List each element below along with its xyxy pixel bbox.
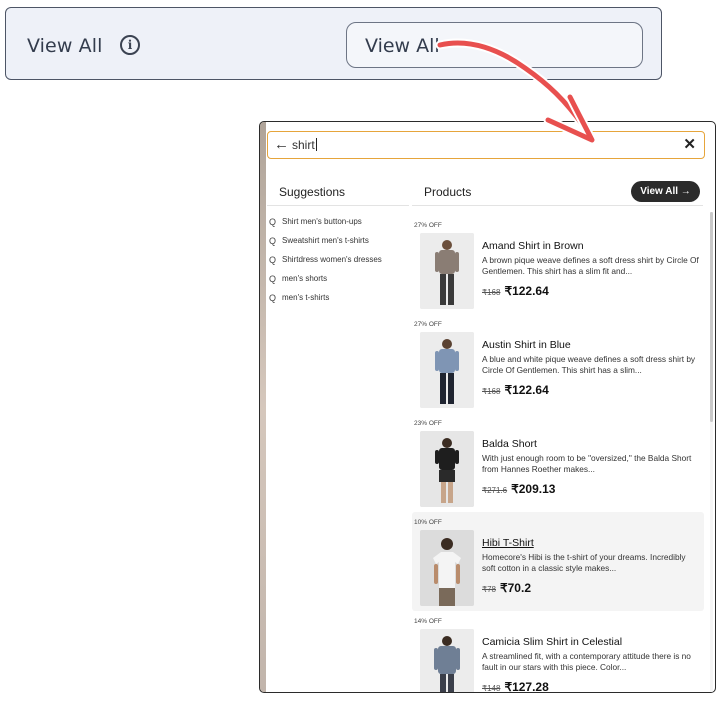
product-card[interactable]: 14% OFF Camicia Slim Shirt in Celestial … (412, 611, 704, 693)
sale-price: ₹122.64 (504, 284, 549, 298)
product-image[interactable] (420, 629, 474, 692)
product-card[interactable]: 23% OFF Balda Short With just enough roo… (412, 413, 704, 512)
original-price: ₹168 (482, 288, 501, 297)
search-icon: Q (269, 216, 277, 227)
close-icon[interactable]: ✕ (683, 135, 696, 155)
suggestions-divider (267, 205, 409, 206)
product-list: 27% OFF Amand Shirt in Brown A brown piq… (412, 215, 708, 693)
product-name[interactable]: Hibi T-Shirt (482, 537, 534, 549)
discount-badge: 23% OFF (414, 420, 442, 427)
view-all-setting-row: View All i View All (5, 7, 662, 80)
setting-label: View All (27, 35, 103, 57)
view-all-preview-button[interactable]: View All (346, 22, 643, 68)
product-image[interactable] (420, 530, 474, 606)
discount-badge: 27% OFF (414, 321, 442, 328)
products-heading: Products (424, 185, 472, 199)
discount-badge: 14% OFF (414, 618, 442, 625)
suggestion-item[interactable]: Q Sweatshirt men's t-shirts (269, 231, 382, 250)
search-input[interactable]: ← shirt ✕ (267, 131, 705, 159)
search-popup: ← shirt ✕ Suggestions Q Shirt men's butto… (259, 121, 716, 693)
product-card[interactable]: 10% OFF Hibi T-Shirt Homecore's Hibi is … (412, 512, 704, 611)
scrollbar-thumb[interactable] (710, 212, 713, 422)
discount-badge: 27% OFF (414, 222, 442, 229)
product-description: A brown pique weave defines a soft dress… (482, 255, 699, 276)
product-card[interactable]: 27% OFF Amand Shirt in Brown A brown piq… (412, 215, 704, 314)
product-price: ₹271.6 ₹209.13 (482, 480, 555, 498)
info-icon[interactable]: i (120, 35, 140, 55)
back-arrow-icon[interactable]: ← (274, 136, 289, 154)
product-image[interactable] (420, 431, 474, 507)
search-query[interactable]: shirt (292, 138, 317, 152)
discount-badge: 10% OFF (414, 519, 442, 526)
sale-price: ₹70.2 (500, 581, 531, 595)
product-image[interactable] (420, 233, 474, 309)
product-name[interactable]: Austin Shirt in Blue (482, 339, 571, 351)
product-price: ₹168 ₹122.64 (482, 381, 549, 399)
search-icon: Q (269, 235, 277, 246)
product-description: Homecore's Hibi is the t-shirt of your d… (482, 552, 686, 573)
suggestions-list: Q Shirt men's button-ups Q Sweatshirt men'… (269, 212, 382, 307)
sale-price: ₹122.64 (504, 383, 549, 397)
product-price: ₹78 ₹70.2 (482, 579, 531, 597)
sale-price: ₹127.28 (504, 680, 549, 693)
backdrop-edge (260, 122, 266, 692)
search-icon: Q (269, 273, 277, 284)
suggestion-item[interactable]: Qmen's t-shirts (269, 288, 382, 307)
original-price: ₹271.6 (482, 486, 508, 495)
products-divider (412, 205, 703, 206)
suggestion-label: Sweatshirt men's t-shirts (282, 236, 369, 245)
product-price: ₹168 ₹122.64 (482, 282, 549, 300)
original-price: ₹78 (482, 585, 496, 594)
product-image[interactable] (420, 332, 474, 408)
suggestion-item[interactable]: Qmen's shorts (269, 269, 382, 288)
product-name[interactable]: Balda Short (482, 438, 537, 450)
suggestion-item[interactable]: Q Shirtdress women's dresses (269, 250, 382, 269)
product-name[interactable]: Camicia Slim Shirt in Celestial (482, 636, 622, 648)
suggestion-label: men's t-shirts (282, 293, 330, 302)
original-price: ₹148 (482, 684, 501, 693)
search-icon: Q (269, 292, 277, 303)
suggestion-label: Shirtdress women's dresses (282, 255, 382, 264)
product-description: A streamlined fit, with a contemporary a… (482, 651, 691, 672)
product-price: ₹148 ₹127.28 (482, 678, 549, 693)
suggestions-heading: Suggestions (279, 185, 346, 199)
product-card[interactable]: 27% OFF Austin Shirt in Blue A blue and … (412, 314, 704, 413)
product-description: A blue and white pique weave defines a s… (482, 354, 696, 375)
original-price: ₹168 (482, 387, 501, 396)
suggestion-label: Shirt men's button-ups (282, 217, 362, 226)
product-description: With just enough room to be "oversized,"… (482, 453, 692, 474)
view-all-button[interactable]: View All → (631, 181, 700, 202)
sale-price: ₹209.13 (511, 482, 556, 496)
suggestion-label: men's shorts (282, 274, 328, 283)
product-name[interactable]: Amand Shirt in Brown (482, 240, 584, 252)
view-all-preview-label: View All (365, 35, 440, 57)
search-icon: Q (269, 254, 277, 265)
suggestion-item[interactable]: Q Shirt men's button-ups (269, 212, 382, 231)
